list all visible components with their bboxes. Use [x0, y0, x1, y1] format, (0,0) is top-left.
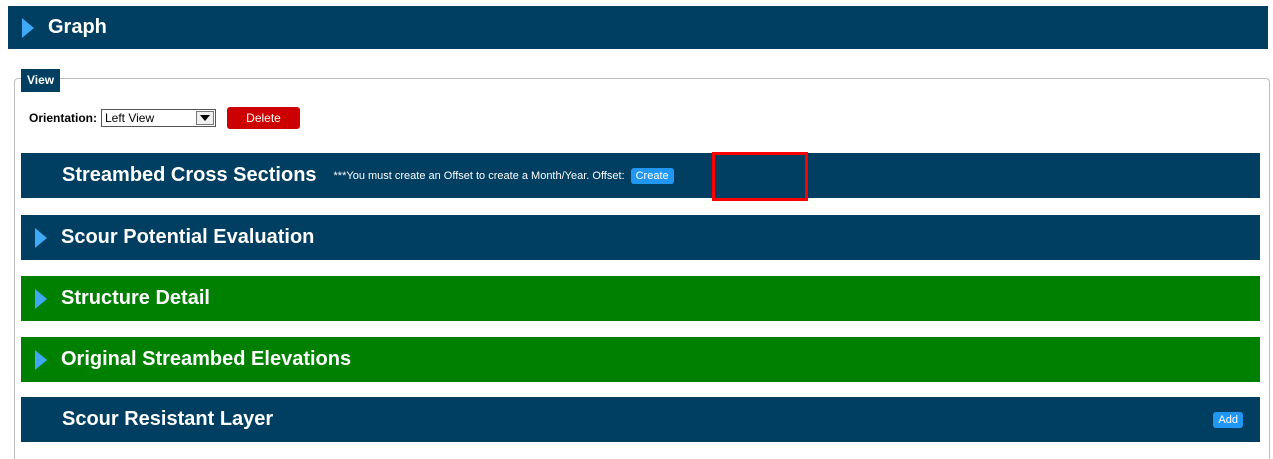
chevron-down-icon[interactable]: [196, 111, 214, 125]
delete-button[interactable]: Delete: [227, 107, 300, 129]
section-title: Streambed Cross Sections: [62, 164, 317, 186]
chevron-right-icon: [35, 227, 47, 248]
section-structure-detail[interactable]: Structure Detail: [21, 276, 1260, 321]
chevron-right-icon: [35, 288, 47, 309]
chevron-right-icon: [35, 349, 47, 370]
highlight-box: [712, 152, 808, 201]
orientation-label: Orientation:: [29, 111, 97, 125]
section-title: Original Streambed Elevations: [61, 348, 352, 370]
chevron-right-icon: [22, 17, 34, 38]
graph-title: Graph: [48, 16, 107, 38]
section-title: Scour Resistant Layer: [62, 408, 274, 430]
section-scour-resistant-layer[interactable]: Scour Resistant Layer Add: [21, 397, 1260, 442]
section-streambed-cross-sections[interactable]: Streambed Cross Sections ***You must cre…: [21, 153, 1260, 198]
orientation-row: Orientation: Left View Delete: [29, 107, 300, 129]
view-legend: View: [21, 69, 61, 92]
orientation-select-value: Left View: [105, 111, 155, 125]
create-button[interactable]: Create: [630, 167, 674, 184]
section-original-streambed-elevations[interactable]: Original Streambed Elevations: [21, 337, 1260, 382]
graph-header[interactable]: Graph: [8, 6, 1268, 49]
add-button[interactable]: Add: [1213, 411, 1243, 428]
section-title: Scour Potential Evaluation: [61, 226, 315, 248]
section-title: Structure Detail: [61, 287, 210, 309]
offset-notice: ***You must create an Offset to create a…: [333, 169, 625, 182]
orientation-select[interactable]: Left View: [101, 109, 216, 127]
section-scour-potential-evaluation[interactable]: Scour Potential Evaluation: [21, 215, 1260, 260]
